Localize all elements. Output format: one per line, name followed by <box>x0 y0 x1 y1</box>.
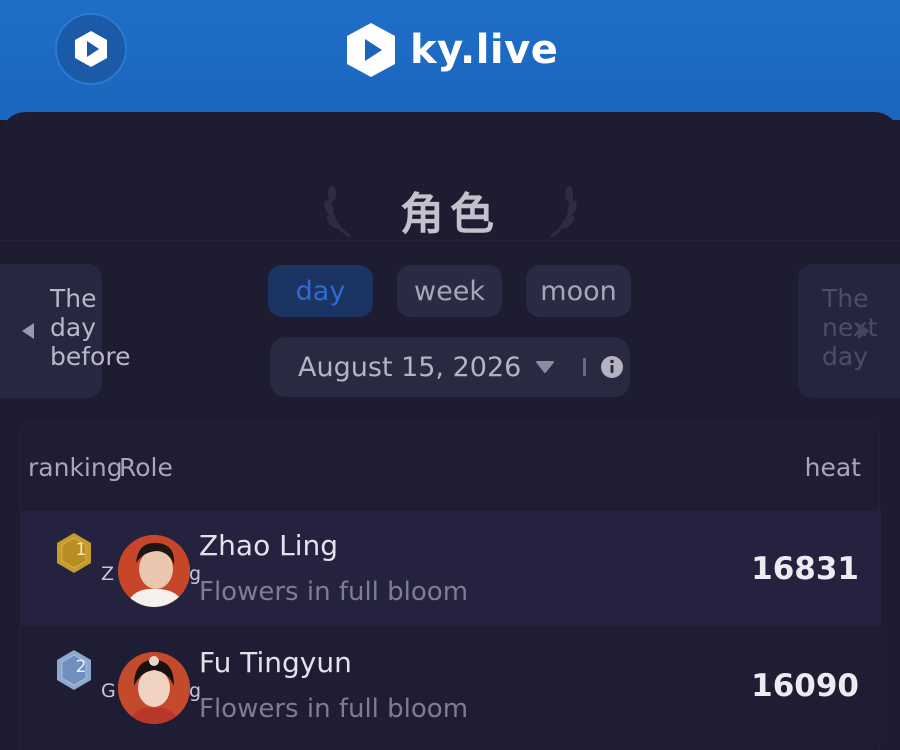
page-root: ky.live ky.live ky.live ky.live 角色 <box>0 0 900 750</box>
table-row[interactable]: 2 G g Fu Tingyun Flowers in full bloom 1… <box>21 628 881 743</box>
triangle-left-icon <box>22 323 34 339</box>
heat-value: 16831 <box>751 551 859 587</box>
triangle-right-icon <box>858 323 870 339</box>
tab-week[interactable]: week <box>397 265 502 317</box>
brand-name: ky.live <box>410 27 559 73</box>
brand-hexagon-icon <box>347 23 395 77</box>
separator <box>583 358 587 376</box>
column-header-role: Role <box>119 453 173 482</box>
role-name: Fu Tingyun <box>199 646 352 679</box>
date-value: August 15, 2026 <box>298 351 522 383</box>
play-hexagon-icon <box>75 31 107 67</box>
next-day-button[interactable]: The next day <box>798 264 900 398</box>
date-picker[interactable]: August 15, 2026 <box>270 337 630 397</box>
tab-moon[interactable]: moon <box>526 265 631 317</box>
column-header-heat: heat <box>804 453 861 482</box>
heat-value: 16090 <box>751 668 859 704</box>
role-initial: G <box>101 680 116 702</box>
tab-day[interactable]: day <box>268 265 373 317</box>
app-logo-button[interactable] <box>55 13 127 85</box>
drama-title: Flowers in full bloom <box>199 577 469 607</box>
divider <box>0 240 900 241</box>
brand-logo: ky.live <box>344 20 558 80</box>
info-icon[interactable] <box>600 355 624 379</box>
role-name: Zhao Ling <box>199 529 339 562</box>
drama-title: Flowers in full bloom <box>199 694 469 724</box>
caret-down-icon <box>536 361 555 373</box>
avatar[interactable] <box>118 535 190 607</box>
column-header-ranking: ranking <box>28 453 123 482</box>
app-header: ky.live <box>0 0 900 120</box>
role-initial: Z <box>101 563 115 585</box>
previous-day-label: The day before <box>50 284 131 371</box>
rank-number: 2 <box>75 657 87 677</box>
laurel-right-icon <box>550 186 577 238</box>
rank-number: 1 <box>75 540 87 560</box>
page-title: 角色 <box>400 189 500 240</box>
person-portrait-icon <box>118 652 190 724</box>
previous-day-button[interactable]: The day before <box>0 264 130 398</box>
title-area: 角色 <box>0 142 900 240</box>
ranking-table: ranking Role heat 1 Z g Zhao Ling Flower… <box>20 422 881 750</box>
table-row[interactable]: 1 Z g Zhao Ling Flowers in full bloom 16… <box>21 511 881 626</box>
avatar[interactable] <box>118 652 190 724</box>
ranking-panel: ky.live ky.live ky.live 角色 <box>0 112 900 750</box>
table-header: ranking Role heat <box>21 423 881 511</box>
person-portrait-icon <box>118 535 190 607</box>
